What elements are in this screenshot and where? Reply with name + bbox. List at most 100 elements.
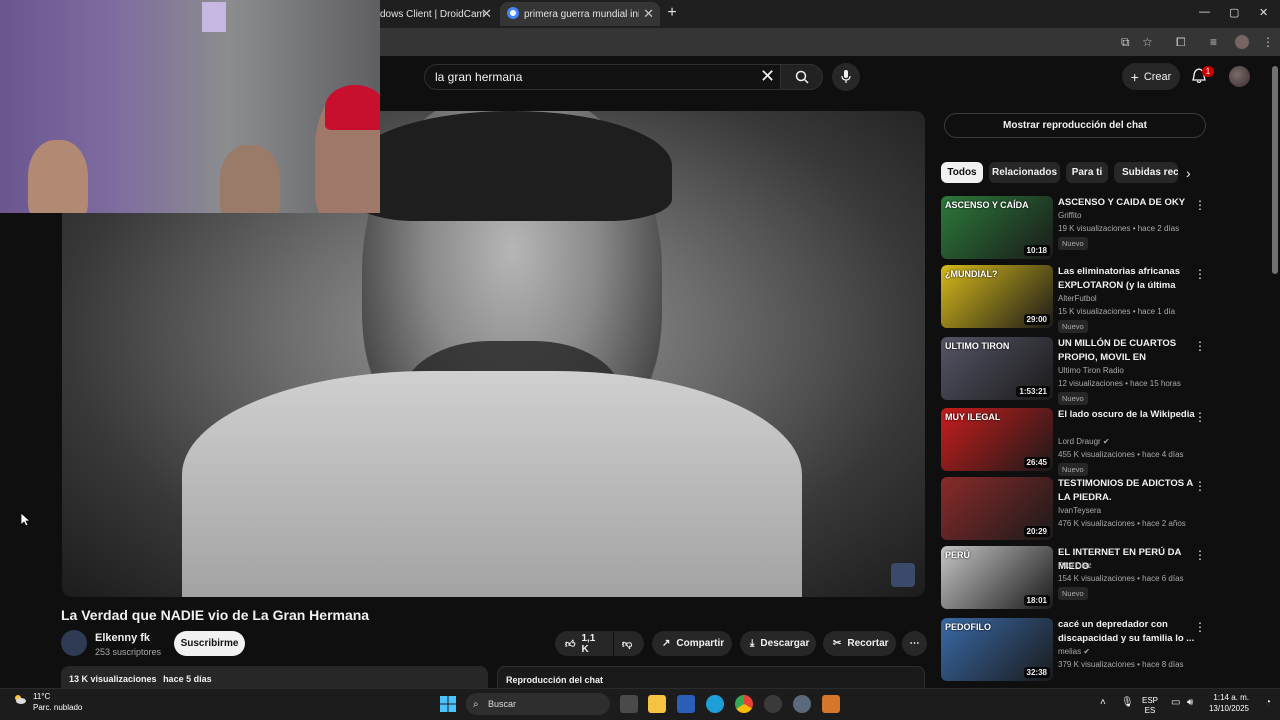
recommended-channel[interactable]: IvanTeysera — [1058, 506, 1101, 515]
search-input[interactable]: la gran hermana — [424, 64, 788, 90]
scrollbar-thumb[interactable] — [1272, 66, 1278, 274]
account-avatar[interactable] — [1229, 66, 1250, 87]
browser-menu-icon[interactable]: ⋮ — [1262, 35, 1274, 49]
video-thumbnail[interactable]: ASCENSO Y CAÍDA 10:18 — [941, 196, 1053, 259]
video-thumbnail[interactable]: PEDOFILO 32:38 — [941, 618, 1053, 681]
description-box[interactable]: 13 K visualizaciones hace 5 días — [61, 666, 488, 688]
search-button[interactable] — [780, 64, 823, 90]
close-icon[interactable]: ✕ — [643, 6, 654, 22]
more-vertical-icon[interactable]: ⋮ — [1194, 410, 1206, 424]
language-indicator[interactable]: ESP ES — [1142, 696, 1158, 716]
recommended-title[interactable]: Las eliminatorias africanas EXPLOTARON (… — [1058, 265, 1198, 292]
video-thumbnail[interactable]: PERÚ 18:01 — [941, 546, 1053, 609]
recommended-title[interactable]: TESTIMONIOS DE ADICTOS A LA PIEDRA. — [1058, 477, 1198, 504]
bookmark-star-icon[interactable]: ☆ — [1142, 35, 1153, 49]
monitor-icon[interactable]: ▭ — [1171, 697, 1180, 708]
more-vertical-icon[interactable]: ⋮ — [1194, 548, 1206, 562]
share-button[interactable]: ↗ Compartir — [652, 631, 732, 656]
create-button[interactable]: + Crear — [1122, 63, 1180, 90]
channel-label: Pike Diaz — [1058, 561, 1092, 570]
recommended-video[interactable]: PERÚ 18:01 EL INTERNET EN PERÚ DA MIEDO Pik… — [941, 546, 1206, 610]
new-tab-button[interactable]: + — [664, 5, 680, 21]
video-thumbnail[interactable]: ¿MUNDIAL? 29:00 — [941, 265, 1053, 328]
recommended-channel[interactable]: Lord Draugr ✔ — [1058, 437, 1110, 446]
video-thumbnail[interactable]: MUY ILEGAL 26:45 — [941, 408, 1053, 471]
download-button[interactable]: ⤓ Descargar — [740, 631, 816, 656]
more-vertical-icon[interactable]: ⋮ — [1194, 620, 1206, 634]
video-thumbnail[interactable]: ULTIMO TIRON 1:53:21 — [941, 337, 1053, 400]
video-thumbnail[interactable]: 20:29 — [941, 477, 1053, 540]
taskbar-search[interactable]: ⌕ Buscar — [466, 693, 610, 715]
chip-para-ti[interactable]: Para ti — [1066, 162, 1108, 183]
volume-icon[interactable]: 🔊︎ — [1187, 697, 1193, 708]
chip-relacionados[interactable]: Relacionados — [989, 162, 1060, 183]
chat-replay-panel[interactable]: Reproducción del chat — [497, 666, 925, 688]
channel-name[interactable]: Elkenny fk — [95, 632, 150, 644]
chip-subidas-recientes[interactable]: Subidas rec — [1114, 162, 1178, 183]
video-frame-hair — [352, 111, 672, 221]
recommended-title[interactable]: ASCENSO Y CAIDA DE OKY — [1058, 196, 1198, 210]
chevron-up-icon[interactable]: ˄ — [1100, 697, 1106, 708]
recommended-video[interactable]: 20:29 TESTIMONIOS DE ADICTOS A LA PIEDRA.… — [941, 477, 1206, 541]
close-icon[interactable]: ✕ — [481, 6, 492, 22]
recommended-channel[interactable]: Pike Diaz — [1058, 561, 1092, 570]
recommended-channel[interactable]: Griffito — [1058, 211, 1081, 220]
app-icon[interactable] — [764, 695, 782, 713]
clip-label: Recortar — [847, 638, 889, 649]
settings-gear-icon[interactable] — [793, 695, 811, 713]
channel-avatar[interactable] — [61, 630, 87, 656]
recommended-title[interactable]: El lado oscuro de la Wikipedia — [1058, 408, 1198, 422]
upload-date: hace 5 días — [163, 674, 212, 684]
recommended-channel[interactable]: Ultimo Tiron Radio — [1058, 366, 1124, 375]
task-view-icon[interactable] — [620, 695, 638, 713]
cast-icon[interactable]: ⧉ — [1121, 35, 1130, 50]
file-explorer-icon[interactable] — [648, 695, 666, 713]
subscribe-button[interactable]: Suscribirme — [174, 631, 245, 656]
cloud-weather-icon[interactable] — [13, 693, 27, 705]
clear-search-icon[interactable]: ✕ — [760, 66, 775, 87]
clip-button[interactable]: ✂ Recortar — [823, 631, 896, 656]
recommended-video[interactable]: ASCENSO Y CAÍDA 10:18 ASCENSO Y CAIDA DE O… — [941, 196, 1206, 260]
recommended-channel[interactable]: melias ✔ — [1058, 647, 1090, 656]
recommended-video[interactable]: MUY ILEGAL 26:45 El lado oscuro de la Wiki… — [941, 408, 1206, 476]
profile-avatar[interactable] — [1235, 35, 1249, 49]
close-window-button[interactable]: ✕ — [1259, 6, 1268, 19]
chrome-icon[interactable] — [735, 695, 753, 713]
microsoft-store-icon[interactable] — [677, 695, 695, 713]
taskbar-clock[interactable]: 1:14 a. m. 13/10/2025 — [1203, 692, 1249, 714]
minimize-button[interactable]: — — [1199, 6, 1210, 18]
tab-youtube[interactable]: primera guerra mundial inicio - ✕ — [500, 2, 660, 26]
mouse-cursor-icon — [21, 513, 31, 527]
chevron-right-icon[interactable]: › — [1186, 165, 1191, 181]
recommended-title[interactable]: cacé un depredador con discapacidad y su… — [1058, 618, 1198, 645]
like-button[interactable]: 👍︎ 1,1 K — [555, 631, 613, 656]
more-vertical-icon[interactable]: ⋮ — [1194, 198, 1206, 212]
video-duration: 26:45 — [1023, 457, 1050, 468]
windows-start-icon[interactable] — [440, 696, 456, 712]
dislike-button[interactable]: 👎︎ — [614, 631, 644, 656]
weather-widget[interactable]: 11°C Parc. nublado — [33, 691, 82, 713]
microphone-icon[interactable]: 🎙︎ — [1121, 697, 1134, 708]
more-vertical-icon[interactable]: ⋮ — [1194, 479, 1206, 493]
recommended-title[interactable]: UN MILLÓN DE CUARTOS PROPIO, MOVIL EN BA… — [1058, 337, 1198, 364]
show-chat-replay-button[interactable]: Mostrar reproducción del chat — [944, 113, 1206, 138]
chip-todos[interactable]: Todos — [941, 162, 983, 183]
more-vertical-icon[interactable]: ⋮ — [1194, 267, 1206, 281]
more-actions-button[interactable]: ⋯ — [902, 631, 927, 656]
recommended-channel[interactable]: AlterFutbol — [1058, 294, 1097, 303]
notification-icon[interactable]: ◔ — [1265, 697, 1271, 708]
channel-label: IvanTeysera — [1058, 506, 1102, 515]
recommended-video[interactable]: ULTIMO TIRON 1:53:21 UN MILLÓN DE CUARTOS … — [941, 337, 1206, 405]
channel-label: AlterFutbol — [1058, 294, 1097, 303]
more-vertical-icon[interactable]: ⋮ — [1194, 339, 1206, 353]
app-icon[interactable] — [822, 695, 840, 713]
recommended-video[interactable]: PEDOFILO 32:38 cacé un depredador con disc… — [941, 618, 1206, 682]
maximize-button[interactable]: ▢ — [1229, 6, 1239, 19]
edge-icon[interactable] — [706, 695, 724, 713]
media-icon[interactable]: ≡ — [1210, 35, 1217, 49]
extensions-icon[interactable]: ⧠ — [1176, 35, 1186, 50]
weather-temp: 11°C — [33, 692, 51, 701]
voice-search-button[interactable] — [832, 63, 860, 91]
recommended-video[interactable]: ¿MUNDIAL? 29:00 Las eliminatorias africana… — [941, 265, 1206, 333]
tab-droidcam[interactable]: dows Client | DroidCam ✕ — [380, 2, 498, 26]
